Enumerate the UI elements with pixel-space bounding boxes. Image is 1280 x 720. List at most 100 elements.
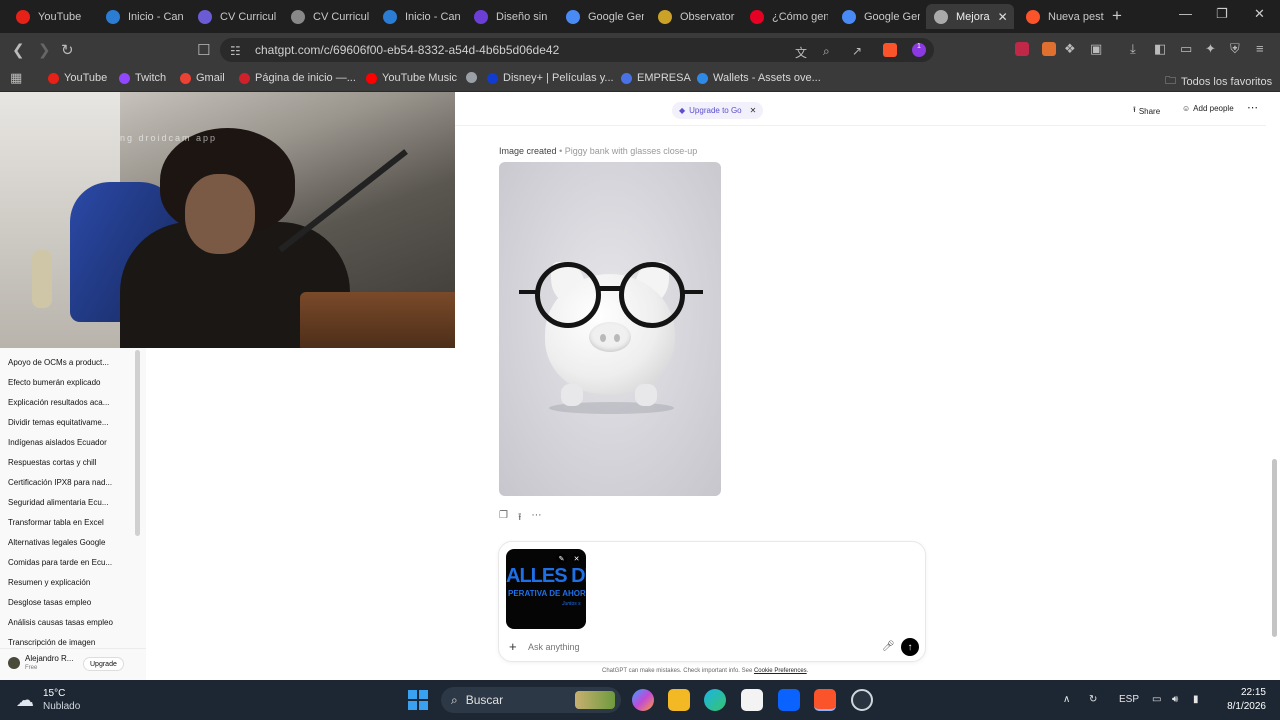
- share-button[interactable]: ⭱ Share: [1133, 104, 1160, 118]
- chat-history-item[interactable]: Indígenas aislados Ecuador: [8, 438, 128, 447]
- brave-icon[interactable]: [814, 689, 836, 711]
- chevron-up-icon[interactable]: ∧: [1063, 694, 1070, 705]
- clock-date[interactable]: 8/1/2026: [1216, 701, 1266, 712]
- cookie-preferences-link[interactable]: Cookie Preferences: [754, 668, 807, 674]
- browser-tab[interactable]: CV Curricul: [190, 4, 276, 29]
- restore-icon[interactable]: ❐: [1216, 6, 1228, 22]
- add-people-button[interactable]: ☺ Add people: [1182, 104, 1234, 113]
- file-explorer-icon[interactable]: [668, 689, 690, 711]
- puzzle-icon[interactable]: ❖: [1064, 41, 1076, 57]
- copilot-icon[interactable]: [632, 689, 654, 711]
- browser-tab[interactable]: CV Curricul: [283, 4, 369, 29]
- bookmark-item[interactable]: Twitch: [119, 72, 166, 84]
- minimize-icon[interactable]: —: [1179, 6, 1192, 21]
- copy-icon[interactable]: ❐: [499, 510, 508, 527]
- chat-history-item[interactable]: Transformar tabla en Excel: [8, 518, 128, 527]
- wallet-icon[interactable]: ▭: [1180, 41, 1192, 57]
- bookmark-item[interactable]: Wallets - Assets ove...: [697, 72, 821, 84]
- apps-icon[interactable]: ▦: [10, 70, 22, 86]
- sidebar-toggle-icon[interactable]: ◧: [1154, 41, 1166, 57]
- attached-image[interactable]: ALLES DI PERATIVA DE AHOR Juntos s ✎ ✕: [506, 549, 586, 629]
- browser-tab[interactable]: Nueva pest: [1018, 4, 1104, 29]
- chat-history-item[interactable]: Efecto bumerán explicado: [8, 378, 128, 387]
- dropbox-icon[interactable]: [778, 689, 800, 711]
- browser-tab[interactable]: Inicio - Can: [375, 4, 461, 29]
- bookmark-item[interactable]: Gmail: [180, 72, 225, 84]
- close-icon[interactable]: ✕: [750, 106, 757, 115]
- battery-icon[interactable]: ▮: [1193, 694, 1199, 705]
- bookmark-item[interactable]: YouTube Music: [366, 72, 457, 84]
- user-profile[interactable]: Alejandro R... Free Upgrade: [0, 648, 146, 678]
- weather-description[interactable]: Nublado: [43, 701, 80, 712]
- share-icon[interactable]: ⭱: [518, 510, 522, 527]
- weather-temperature[interactable]: 15°C: [43, 688, 65, 699]
- edge-icon[interactable]: [704, 689, 726, 711]
- browser-tab[interactable]: Inicio - Can: [98, 4, 184, 29]
- volume-icon[interactable]: 🔊︎: [1172, 694, 1178, 705]
- all-bookmarks-folder[interactable]: 🗀 Todos los favoritos: [1165, 72, 1272, 91]
- extension-icon[interactable]: [1042, 42, 1056, 56]
- reload-icon[interactable]: ↻: [61, 41, 74, 59]
- extension-icon[interactable]: [1015, 42, 1029, 56]
- obs-icon[interactable]: [851, 689, 873, 711]
- remove-attachment-icon[interactable]: ✕: [571, 553, 582, 564]
- screenshot-icon[interactable]: ▣: [1090, 41, 1102, 57]
- bookmark-item[interactable]: EMPRESA: [621, 72, 691, 84]
- sync-icon[interactable]: ↻: [1089, 694, 1097, 705]
- edit-icon[interactable]: ✎: [556, 553, 567, 564]
- start-button[interactable]: [408, 690, 428, 710]
- url-field[interactable]: ☷ chatgpt.com/c/69606f00-eb54-8332-a54d-…: [220, 38, 934, 62]
- zoom-icon[interactable]: ⌕: [823, 44, 830, 59]
- site-info-icon[interactable]: ☷: [230, 44, 241, 58]
- chat-history-item[interactable]: Apoyo de OCMs a product...: [8, 358, 128, 367]
- browser-tab[interactable]: Diseño sin: [466, 4, 552, 29]
- clock-time[interactable]: 22:15: [1228, 687, 1266, 698]
- leo-icon[interactable]: ✦: [1205, 41, 1216, 57]
- brave-shield-icon[interactable]: [883, 43, 897, 57]
- browser-tab[interactable]: Google Gen: [834, 4, 920, 29]
- scrollbar-thumb[interactable]: [1272, 459, 1277, 637]
- send-button[interactable]: ↑: [901, 638, 919, 656]
- chat-history-item[interactable]: Transcripción de imagen: [8, 638, 128, 647]
- chat-history-item[interactable]: Desglose tasas empleo: [8, 598, 128, 607]
- chat-history-item[interactable]: Análisis causas tasas empleo: [8, 618, 128, 627]
- vpn-icon[interactable]: ⛨: [1230, 41, 1240, 57]
- upgrade-button[interactable]: Upgrade: [83, 657, 124, 671]
- chat-history-item[interactable]: Respuestas cortas y chill: [8, 458, 128, 467]
- browser-tab[interactable]: Google Gen: [558, 4, 644, 29]
- bookmark-icon[interactable]: ☐: [197, 41, 210, 59]
- forward-icon[interactable]: ❯: [38, 41, 51, 59]
- more-icon[interactable]: ⋯: [531, 510, 541, 527]
- chat-history-item[interactable]: Dividir temas equitativame...: [8, 418, 128, 427]
- ask-input[interactable]: [528, 642, 828, 652]
- bookmark-item[interactable]: YouTube: [48, 72, 107, 84]
- cloud-icon[interactable]: ☁: [16, 690, 34, 711]
- language-indicator[interactable]: ESP: [1119, 694, 1139, 705]
- share-page-icon[interactable]: ↗: [852, 44, 862, 58]
- download-icon[interactable]: ⤓: [1130, 41, 1136, 57]
- more-options-button[interactable]: ⋯: [1247, 101, 1258, 114]
- display-icon[interactable]: ▭: [1152, 694, 1161, 705]
- bookmark-item[interactable]: Página de inicio —...: [239, 72, 356, 84]
- plus-icon[interactable]: +: [509, 639, 517, 654]
- chat-history-item[interactable]: Resumen y explicación: [8, 578, 128, 587]
- close-tab-icon[interactable]: ✕: [998, 10, 1008, 24]
- browser-tab[interactable]: Observator: [650, 4, 736, 29]
- new-tab-button[interactable]: +: [1112, 6, 1122, 26]
- generated-image[interactable]: [499, 162, 721, 496]
- microphone-icon[interactable]: 🎤︎: [882, 641, 895, 652]
- bookmark-item[interactable]: [466, 72, 482, 83]
- sidebar-scrollbar[interactable]: [135, 350, 140, 536]
- chat-history-item[interactable]: Alternativas legales Google: [8, 538, 128, 547]
- chat-history-item[interactable]: Comidas para tarde en Ecu...: [8, 558, 128, 567]
- chat-history-item[interactable]: Certificación IPX8 para nad...: [8, 478, 128, 487]
- upgrade-to-go-pill[interactable]: ◆ Upgrade to Go ✕: [672, 102, 764, 119]
- taskbar-search[interactable]: ⌕ Buscar: [441, 687, 621, 713]
- browser-tab[interactable]: YouTube: [8, 4, 94, 29]
- chat-history-item[interactable]: Explicación resultados aca...: [8, 398, 128, 407]
- back-icon[interactable]: ❮: [12, 41, 25, 59]
- store-icon[interactable]: [741, 689, 763, 711]
- close-window-icon[interactable]: ✕: [1254, 6, 1265, 22]
- translate-icon[interactable]: 文: [795, 44, 807, 61]
- rewards-icon[interactable]: 1: [912, 43, 926, 57]
